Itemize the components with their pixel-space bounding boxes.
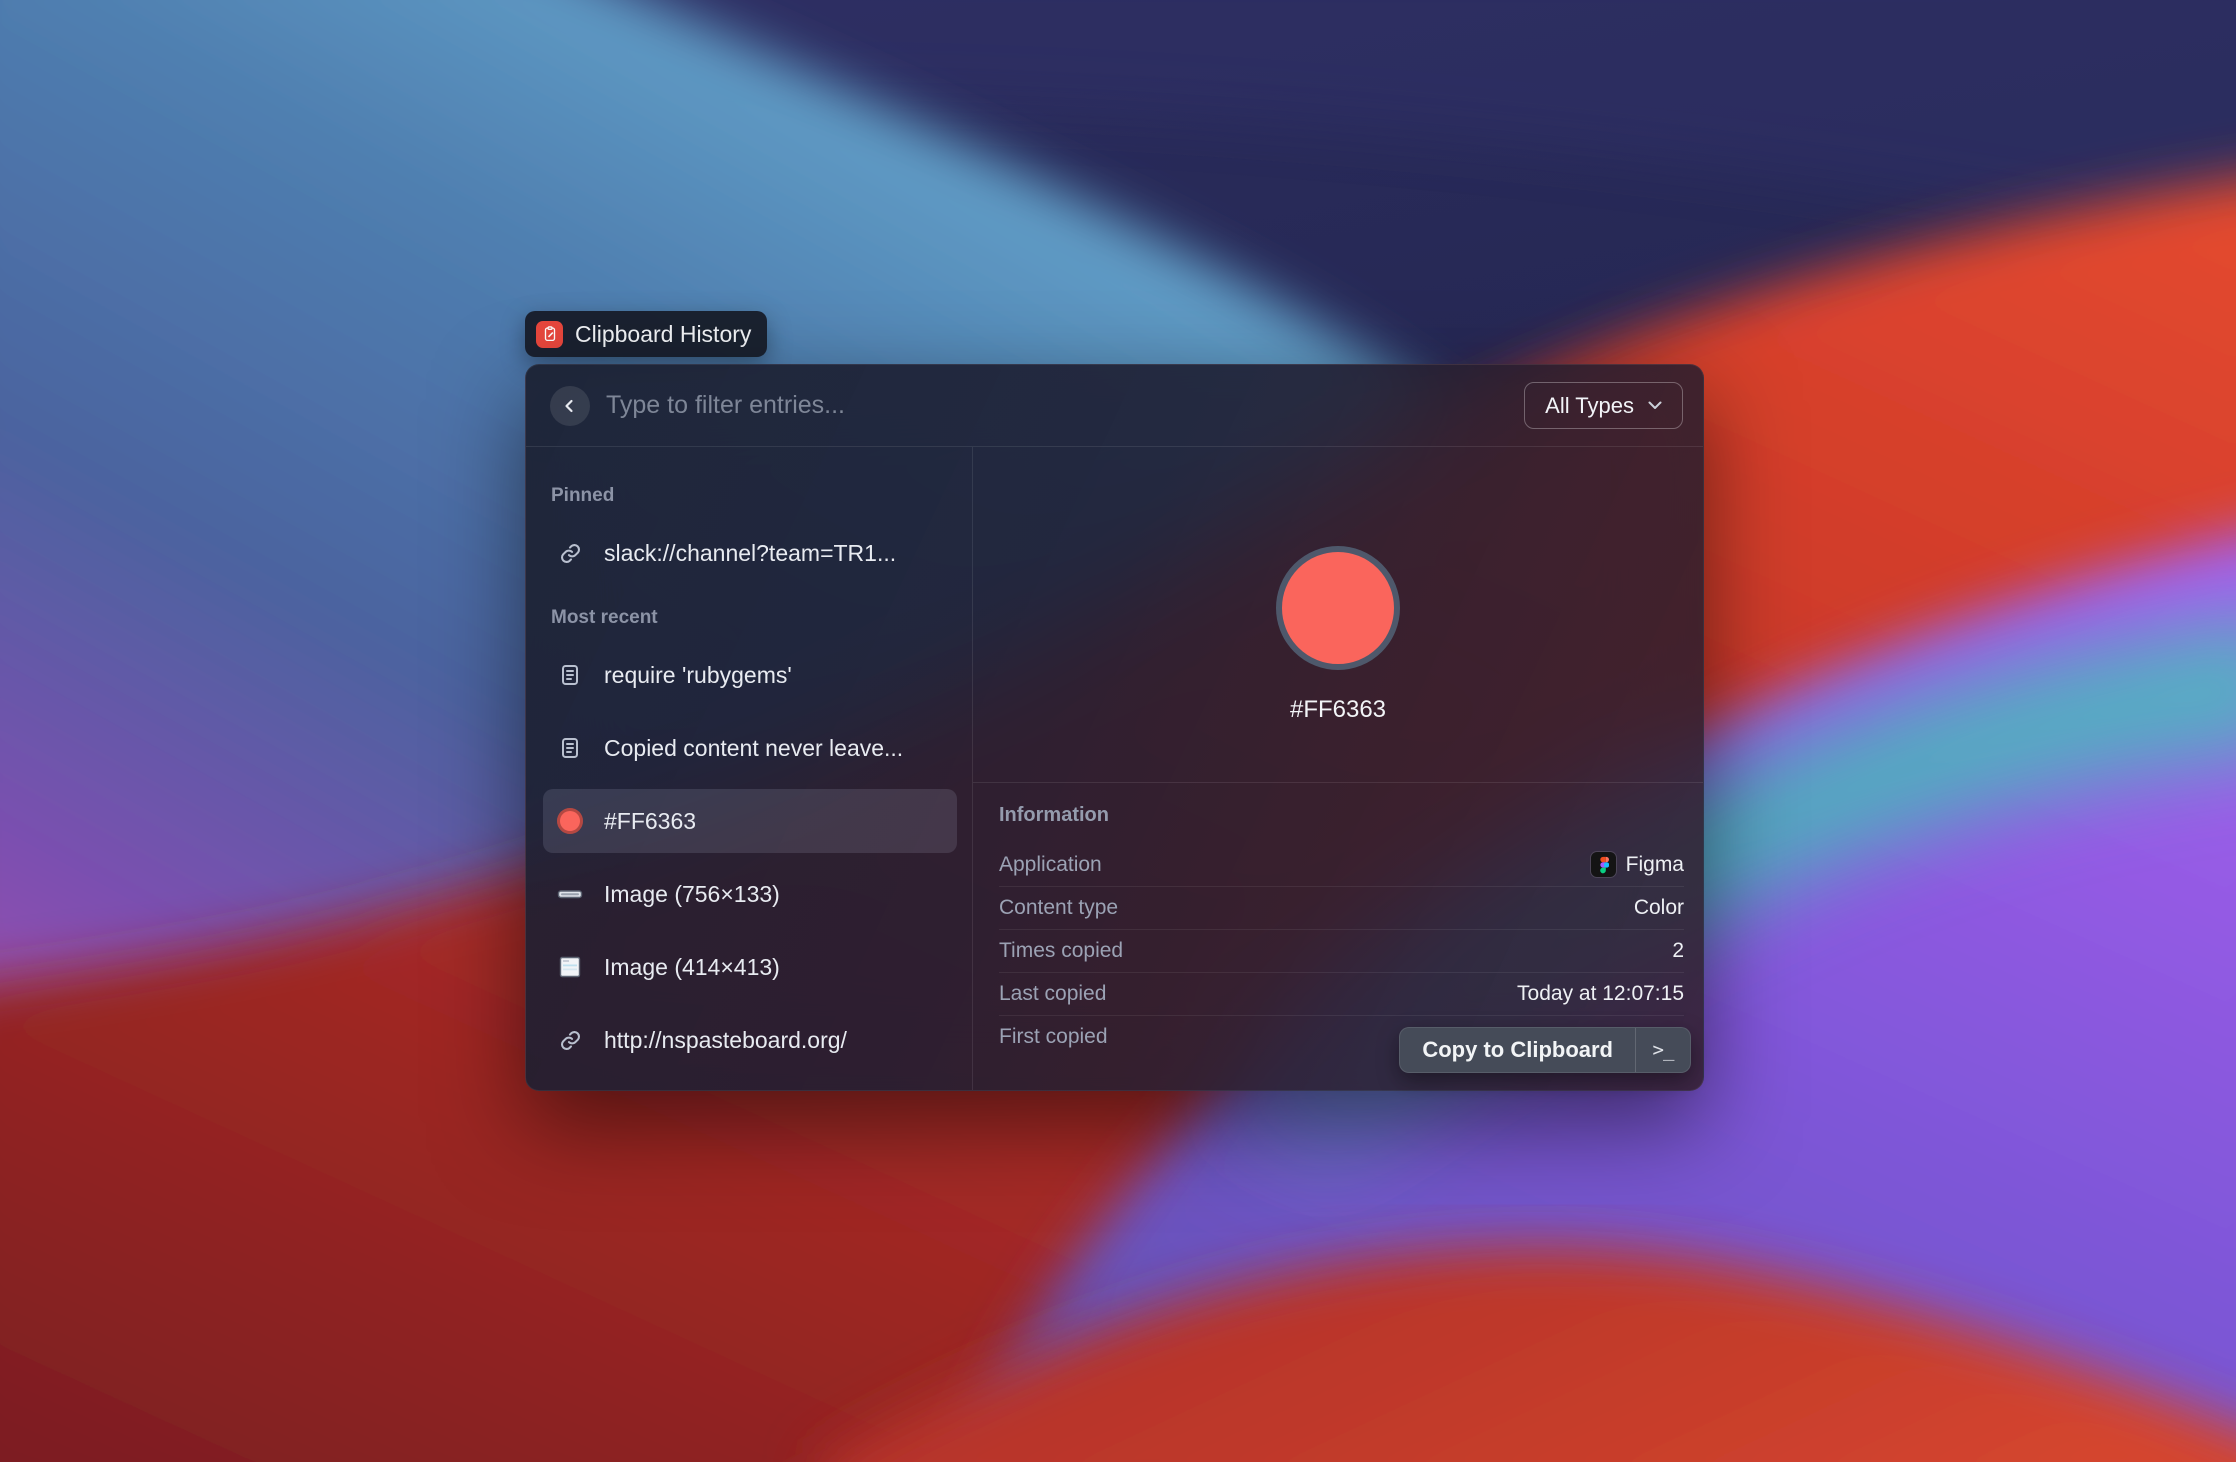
info-value: Today at 12:07:15 bbox=[1517, 982, 1684, 1006]
copy-to-clipboard-button[interactable]: Copy to Clipboard bbox=[1400, 1028, 1635, 1072]
link-icon bbox=[557, 1027, 583, 1053]
info-label: Times copied bbox=[999, 939, 1123, 963]
desktop: Clipboard History All Types Pinned bbox=[0, 0, 2236, 1462]
section-title-pinned: Pinned bbox=[551, 485, 957, 507]
info-label: First copied bbox=[999, 1025, 1108, 1049]
clipboard-app-icon bbox=[536, 321, 563, 348]
document-icon bbox=[557, 735, 583, 761]
list-item-label: Image (756×133) bbox=[604, 881, 780, 908]
info-row-times-copied: Times copied 2 bbox=[999, 929, 1684, 972]
list-item-label: Copied content never leave... bbox=[604, 735, 903, 762]
color-preview-label: #FF6363 bbox=[1290, 696, 1386, 724]
image-thumbnail-square-icon bbox=[557, 954, 583, 980]
clipboard-item-color-ff6363[interactable]: #FF6363 bbox=[543, 789, 957, 853]
info-value: Color bbox=[1634, 896, 1684, 920]
clipboard-item-nspasteboard-link[interactable]: http://nspasteboard.org/ bbox=[543, 1008, 957, 1072]
info-label: Content type bbox=[999, 896, 1118, 920]
clipboard-item-slack-link[interactable]: slack://channel?team=TR1... bbox=[543, 521, 957, 585]
list-item-label: #FF6363 bbox=[604, 808, 696, 835]
type-filter-value: All Types bbox=[1545, 393, 1634, 419]
chevron-down-icon bbox=[1648, 401, 1662, 410]
type-filter-dropdown[interactable]: All Types bbox=[1524, 382, 1683, 429]
information-title: Information bbox=[999, 797, 1684, 825]
info-row-last-copied: Last copied Today at 12:07:15 bbox=[999, 972, 1684, 1015]
info-label: Last copied bbox=[999, 982, 1106, 1006]
copy-action: Copy to Clipboard >_ bbox=[1399, 1027, 1691, 1073]
color-swatch-icon bbox=[557, 808, 583, 834]
terminal-prompt-icon[interactable]: >_ bbox=[1636, 1028, 1690, 1072]
info-value: Figma bbox=[1591, 852, 1684, 877]
list-item-label: http://nspasteboard.org/ bbox=[604, 1027, 847, 1054]
search-input[interactable] bbox=[604, 390, 1524, 421]
list-item-label: slack://channel?team=TR1... bbox=[604, 540, 896, 567]
list-item-label: require 'rubygems' bbox=[604, 662, 792, 689]
clipboard-history-pill: Clipboard History bbox=[525, 311, 767, 357]
clipboard-list: Pinned slack://channel?team=TR1... Most … bbox=[526, 447, 973, 1090]
document-icon bbox=[557, 662, 583, 688]
link-icon bbox=[557, 540, 583, 566]
info-row-application: Application Fi bbox=[999, 843, 1684, 886]
chevron-left-icon bbox=[562, 398, 578, 414]
clipboard-item-rubygems[interactable]: require 'rubygems' bbox=[543, 643, 957, 707]
info-row-content-type: Content type Color bbox=[999, 886, 1684, 929]
clipboard-item-copied-content[interactable]: Copied content never leave... bbox=[543, 716, 957, 780]
clipboard-history-window: All Types Pinned slack://channel? bbox=[525, 364, 1704, 1091]
list-item-label: Image (414×413) bbox=[604, 954, 780, 981]
info-value: 2 bbox=[1672, 939, 1684, 963]
image-thumbnail-wide-icon bbox=[557, 881, 583, 907]
clipboard-item-image-414x413[interactable]: Image (414×413) bbox=[543, 935, 957, 999]
color-preview-swatch bbox=[1276, 546, 1400, 670]
pill-label: Clipboard History bbox=[575, 321, 751, 348]
search-bar: All Types bbox=[526, 365, 1703, 447]
info-label: Application bbox=[999, 853, 1102, 877]
detail-pane: #FF6363 Information Application bbox=[973, 447, 1703, 1090]
section-title-most-recent: Most recent bbox=[551, 607, 957, 629]
information-section: Information Application bbox=[973, 783, 1703, 1058]
figma-app-icon bbox=[1591, 852, 1616, 877]
color-preview: #FF6363 bbox=[973, 447, 1703, 783]
clipboard-item-image-756x133[interactable]: Image (756×133) bbox=[543, 862, 957, 926]
back-button[interactable] bbox=[550, 386, 590, 426]
